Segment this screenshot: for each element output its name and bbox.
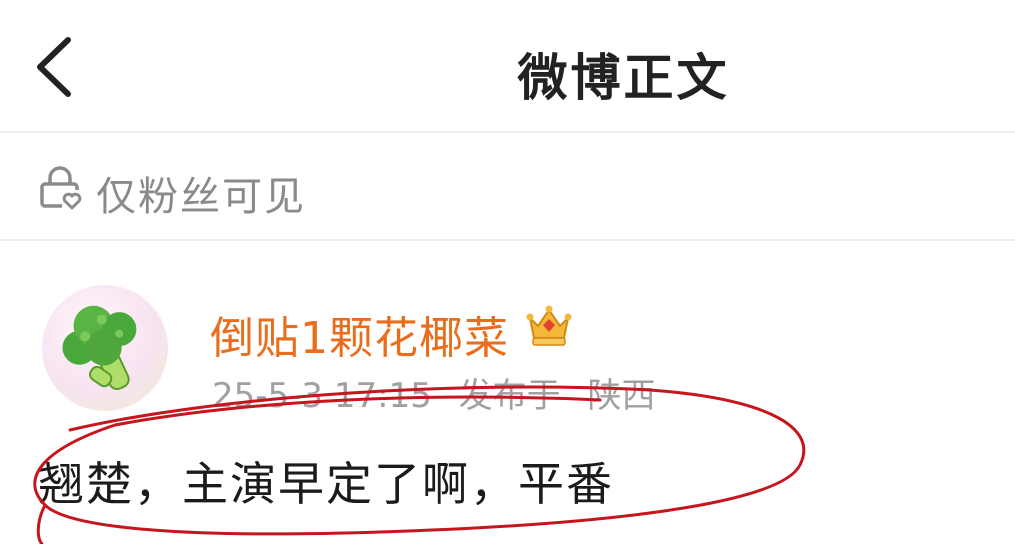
lock-heart-icon [38, 166, 84, 210]
post-timestamp: 25-5-3 17:15 [212, 376, 432, 416]
vip-crown-icon[interactable] [524, 302, 574, 348]
visibility-label: 仅粉丝可见 [96, 174, 306, 220]
page-title: 微博正文 [517, 49, 730, 107]
post-text[interactable]: 翘楚，主演早定了啊，平番 [38, 448, 614, 514]
post-meta: 25-5-3 17:15 发布于 陕西 [212, 368, 671, 417]
avatar[interactable] [42, 285, 168, 411]
nav-bar: 微博正文 [0, 0, 1015, 132]
published-label: 发布于 [458, 376, 561, 416]
author-name[interactable]: 倒贴1颗花椰菜 [210, 302, 509, 366]
visibility-divider [0, 239, 1015, 241]
post-location: 陕西 [587, 376, 656, 416]
header-divider [0, 131, 1015, 133]
broccoli-avatar-icon [62, 305, 137, 390]
